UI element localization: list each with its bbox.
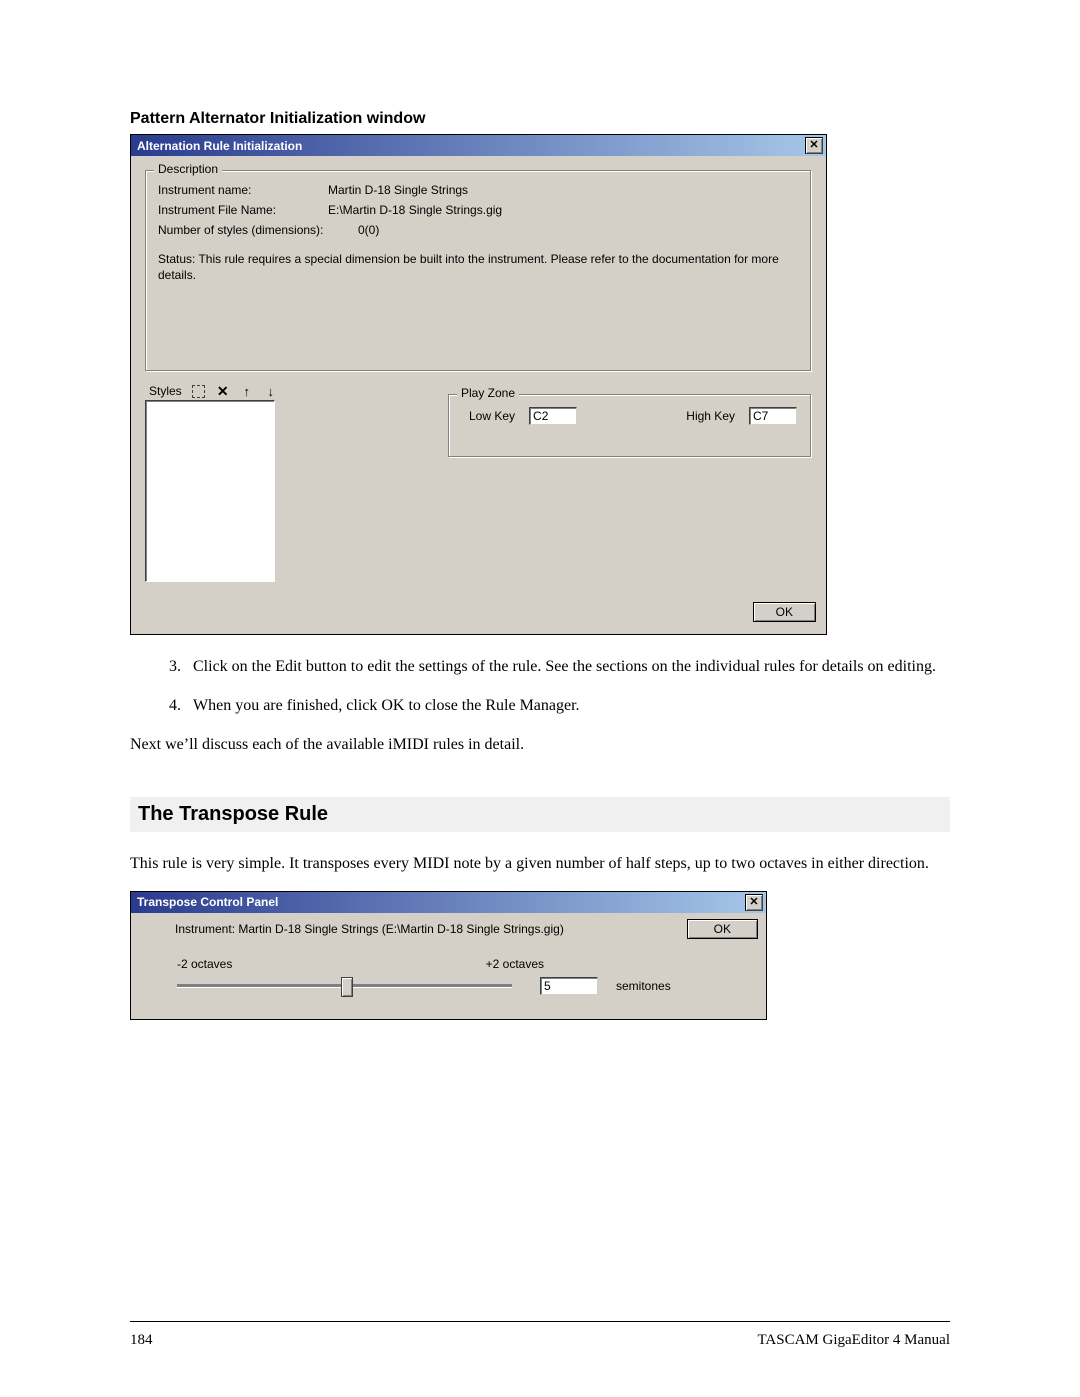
play-zone-row: Low Key High Key — [469, 407, 797, 425]
ok-button[interactable]: OK — [687, 919, 758, 939]
instrument-line: Instrument: Martin D-18 Single Strings (… — [175, 922, 564, 936]
close-icon[interactable]: ✕ — [745, 894, 763, 911]
plus-two-octaves-label: +2 octaves — [486, 957, 544, 971]
alternation-rule-dialog: Alternation Rule Initialization ✕ Descri… — [130, 134, 827, 635]
high-key-label: High Key — [686, 409, 735, 423]
description-legend: Description — [154, 162, 222, 176]
row-styles-dim: Number of styles (dimensions): 0(0) — [158, 223, 799, 237]
body-paragraph-transpose: This rule is very simple. It transposes … — [130, 852, 950, 875]
semitones-slider-row: semitones — [131, 971, 766, 1019]
section-heading-pattern-alt: Pattern Alternator Initialization window — [130, 110, 950, 128]
dialog-titlebar: Transpose Control Panel ✕ — [131, 892, 766, 913]
play-zone-group: Play Zone Low Key High Key — [448, 394, 812, 458]
value-instrument-file: E:\Martin D-18 Single Strings.gig — [328, 203, 799, 217]
section-heading-transpose: The Transpose Rule — [130, 797, 950, 832]
semitones-slider[interactable] — [177, 975, 512, 997]
styles-list[interactable] — [145, 400, 275, 582]
delete-style-icon[interactable]: ✕ — [216, 384, 230, 398]
value-styles-dim: 0(0) — [358, 223, 799, 237]
dialog-title-text: Alternation Rule Initialization — [137, 139, 302, 153]
label-styles-dim: Number of styles (dimensions): — [158, 223, 358, 237]
high-key-input[interactable] — [749, 407, 797, 425]
dialog-mid-row: Styles ✕ ↑ ↓ Play Zone Low Key — [145, 382, 812, 582]
label-instrument-name: Instrument name: — [158, 183, 328, 197]
octave-labels-row: -2 octaves +2 octaves — [131, 939, 766, 971]
ok-button[interactable]: OK — [753, 602, 816, 622]
dialog-titlebar: Alternation Rule Initialization ✕ — [131, 135, 826, 156]
manual-page: Pattern Alternator Initialization window… — [0, 0, 1080, 1397]
page-number: 184 — [130, 1332, 153, 1349]
dialog-footer: OK — [131, 596, 826, 634]
instrument-row: Instrument: Martin D-18 Single Strings (… — [131, 913, 766, 939]
low-key-input[interactable] — [529, 407, 577, 425]
dialog-body: Description Instrument name: Martin D-18… — [131, 156, 826, 596]
manual-title: TASCAM GigaEditor 4 Manual — [757, 1332, 950, 1349]
instruction-list: Click on the Edit button to edit the set… — [130, 655, 950, 717]
body-paragraph-next: Next we’ll discuss each of the available… — [130, 733, 950, 756]
value-instrument-name: Martin D-18 Single Strings — [328, 183, 799, 197]
new-style-icon[interactable] — [192, 384, 206, 398]
description-group: Description Instrument name: Martin D-18… — [145, 170, 812, 372]
play-zone-legend: Play Zone — [457, 386, 519, 400]
move-down-icon[interactable]: ↓ — [264, 384, 278, 398]
list-item: Click on the Edit button to edit the set… — [185, 655, 950, 678]
semitones-label: semitones — [616, 979, 671, 993]
list-item: When you are finished, click OK to close… — [185, 694, 950, 717]
label-instrument-file: Instrument File Name: — [158, 203, 328, 217]
row-instrument-name: Instrument name: Martin D-18 Single Stri… — [158, 183, 799, 197]
page-footer: 184 TASCAM GigaEditor 4 Manual — [130, 1321, 950, 1349]
row-instrument-file: Instrument File Name: E:\Martin D-18 Sin… — [158, 203, 799, 217]
transpose-control-panel: Transpose Control Panel ✕ Instrument: Ma… — [130, 891, 767, 1020]
dialog-title-text: Transpose Control Panel — [137, 895, 278, 909]
minus-two-octaves-label: -2 octaves — [177, 957, 232, 971]
styles-toolbar: Styles ✕ ↑ ↓ — [145, 382, 282, 400]
close-icon[interactable]: ✕ — [805, 137, 823, 154]
move-up-icon[interactable]: ↑ — [240, 384, 254, 398]
styles-panel: Styles ✕ ↑ ↓ — [145, 382, 282, 582]
semitones-input[interactable] — [540, 977, 598, 995]
slider-thumb[interactable] — [341, 977, 353, 997]
low-key-label: Low Key — [469, 409, 515, 423]
styles-label: Styles — [149, 384, 182, 398]
status-text: Status: This rule requires a special dim… — [158, 251, 799, 283]
